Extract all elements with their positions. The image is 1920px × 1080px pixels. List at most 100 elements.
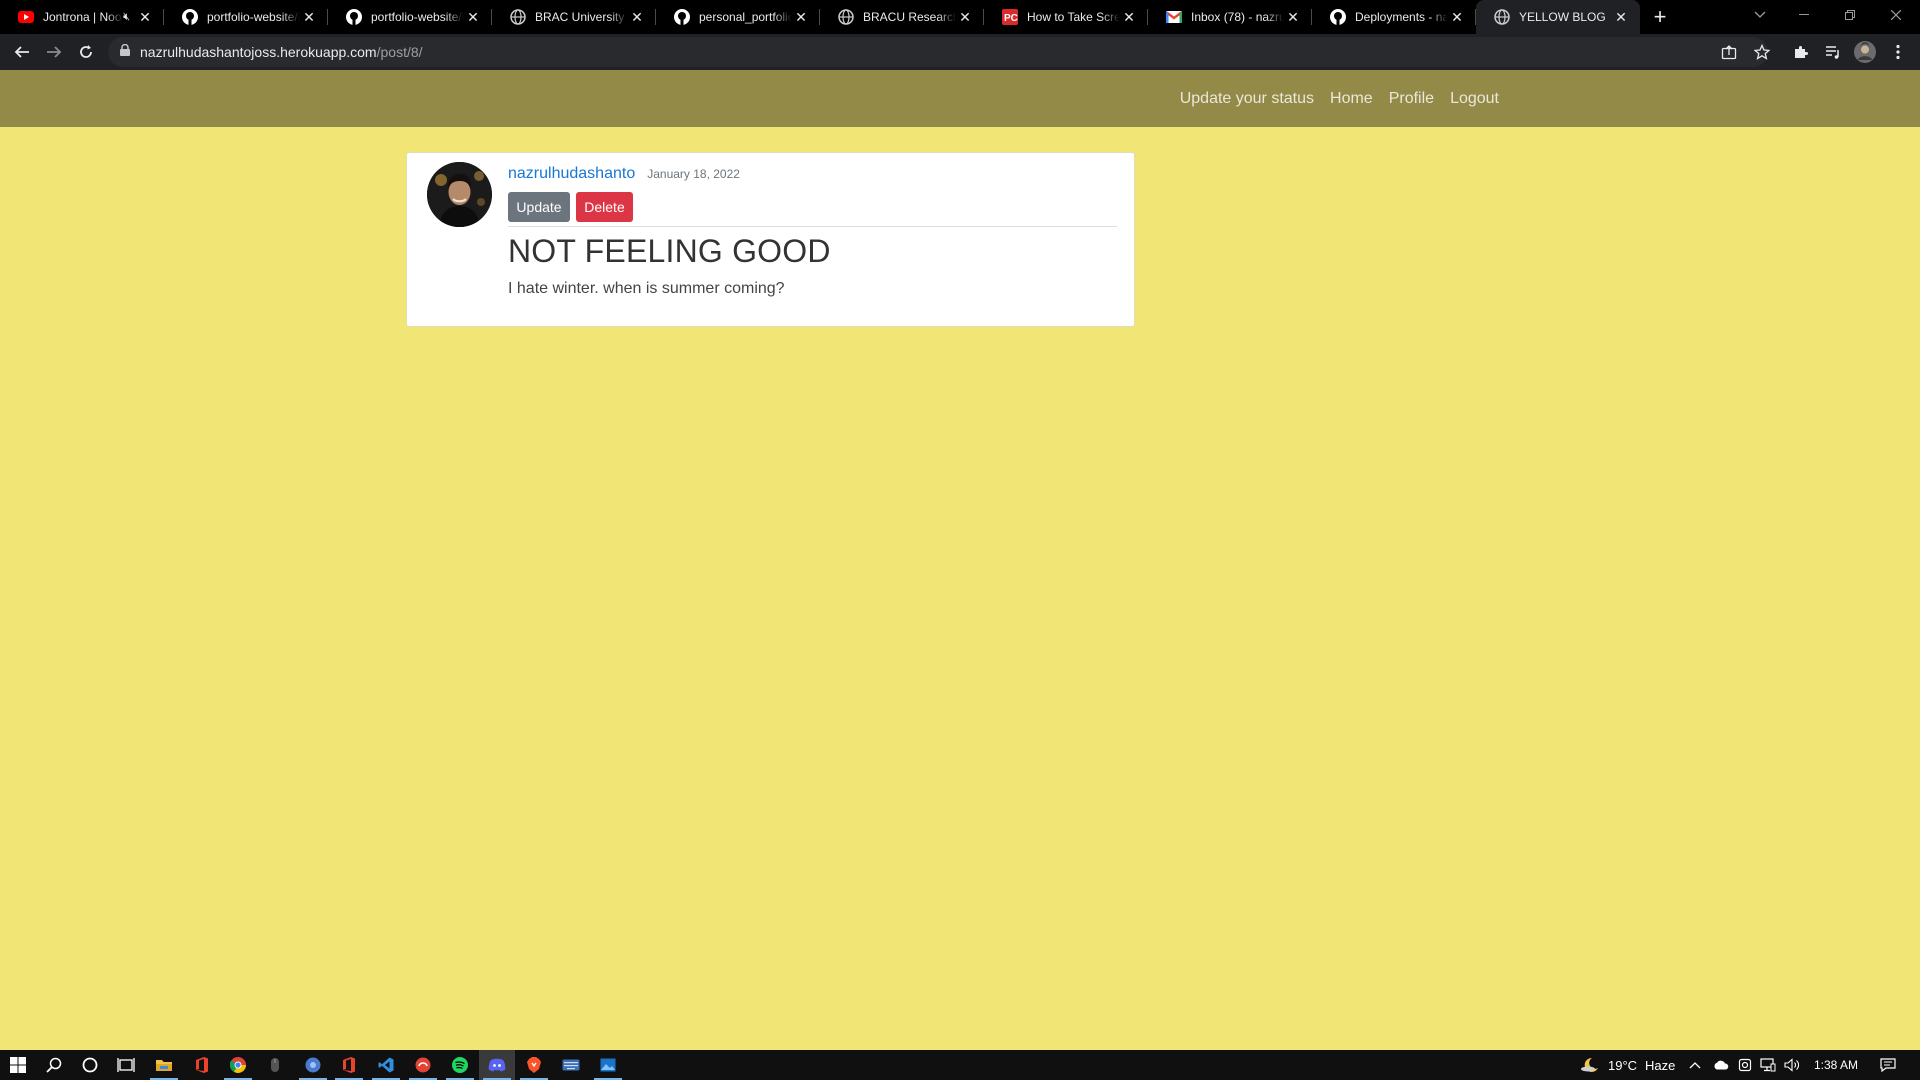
new-tab-button[interactable]: +: [1646, 0, 1674, 34]
tab-title: BRAC University: [535, 10, 625, 24]
weather-temp: 19°C: [1608, 1057, 1638, 1073]
brave-icon[interactable]: [516, 1050, 552, 1080]
nav-link-home[interactable]: Home: [1322, 90, 1381, 108]
onedrive-cloud-icon[interactable]: [1713, 1050, 1729, 1080]
browser-tab[interactable]: BRACU Researcher ✕: [820, 0, 984, 34]
notifications-icon[interactable]: [1880, 1050, 1896, 1080]
url-path: /post/8/: [376, 44, 423, 60]
browser-tab[interactable]: BRAC University ✕: [492, 0, 656, 34]
post-date: January 18, 2022: [647, 167, 740, 181]
restore-icon[interactable]: [1836, 0, 1864, 30]
reload-icon[interactable]: [72, 38, 100, 66]
post-title: NOT FEELING GOOD: [508, 233, 831, 269]
close-tab-icon[interactable]: ✕: [792, 8, 810, 26]
browser-tab[interactable]: PC How to Take Scree ✕: [984, 0, 1148, 34]
forward-arrow-icon[interactable]: [40, 38, 68, 66]
pc-icon: PC: [1002, 9, 1018, 25]
volume-icon[interactable]: [1784, 1050, 1800, 1080]
close-window-icon[interactable]: [1882, 0, 1910, 30]
author-link[interactable]: nazrulhudashanto: [508, 165, 635, 183]
weather-widget[interactable]: 19°C Haze: [1580, 1050, 1675, 1080]
browser-tab[interactable]: Deployments - naz ✕: [1312, 0, 1476, 34]
tab-title: Deployments - naz: [1355, 10, 1448, 24]
browser-tab[interactable]: portfolio-website/i ✕: [164, 0, 328, 34]
globe-icon: [1494, 9, 1510, 25]
browser-menu-icon[interactable]: [1887, 41, 1909, 63]
show-hidden-icons-chevron-up-icon[interactable]: [1689, 1050, 1701, 1080]
profile-avatar[interactable]: [1854, 41, 1876, 63]
browser-tab[interactable]: Inbox (78) - nazrul ✕: [1148, 0, 1312, 34]
speaker-muted-icon[interactable]: 🔇︎: [123, 11, 130, 24]
close-tab-icon[interactable]: ✕: [1120, 8, 1138, 26]
chrome-icon[interactable]: [220, 1050, 256, 1080]
vscode-icon[interactable]: [368, 1050, 404, 1080]
post-card: nazrulhudashanto January 18, 2022 Update…: [406, 152, 1135, 327]
extensions-puzzle-icon[interactable]: [1790, 41, 1812, 63]
red-app-icon[interactable]: [405, 1050, 441, 1080]
nav-link-profile[interactable]: Profile: [1381, 90, 1442, 108]
clock[interactable]: 1:38 AM: [1814, 1050, 1858, 1080]
task-view-icon[interactable]: [108, 1050, 144, 1080]
file-explorer-icon[interactable]: [146, 1050, 182, 1080]
browser-tab[interactable]: Jontrona | Noo 🔇︎ ✕: [0, 0, 164, 34]
network-icon[interactable]: [1760, 1050, 1776, 1080]
tab-title: Jontrona | Noo: [43, 10, 122, 24]
office-icon[interactable]: [331, 1050, 367, 1080]
gmail-icon: [1166, 9, 1182, 25]
globe-icon: [838, 9, 854, 25]
lock-icon[interactable]: [120, 43, 130, 61]
spotify-icon[interactable]: [442, 1050, 478, 1080]
weather-desc: Haze: [1645, 1057, 1676, 1073]
close-tab-icon[interactable]: ✕: [628, 8, 646, 26]
office-icon[interactable]: [184, 1050, 220, 1080]
cortana-icon[interactable]: [72, 1050, 108, 1080]
close-tab-icon[interactable]: ✕: [1448, 8, 1466, 26]
tab-title: Inbox (78) - nazrul: [1191, 10, 1284, 24]
browser-tab-active[interactable]: YELLOW BLOG ✕: [1476, 0, 1640, 34]
tab-title: portfolio-website/i: [207, 10, 300, 24]
address-bar[interactable]: nazrulhudashantojoss.herokuapp.com/post/…: [108, 37, 1768, 67]
close-tab-icon[interactable]: ✕: [300, 8, 318, 26]
browser-toolbar: nazrulhudashantojoss.herokuapp.com/post/…: [0, 34, 1920, 70]
delete-button[interactable]: Delete: [576, 192, 633, 222]
close-tab-icon[interactable]: ✕: [956, 8, 974, 26]
github-icon: [674, 9, 690, 25]
clock-time: 1:38 AM: [1814, 1058, 1859, 1072]
windows-taskbar: 19°C Haze 1:38 AM: [0, 1050, 1920, 1080]
mouse-app-icon[interactable]: [257, 1050, 293, 1080]
search-icon[interactable]: [36, 1050, 72, 1080]
github-icon: [346, 9, 362, 25]
close-tab-icon[interactable]: ✕: [464, 8, 482, 26]
github-icon: [182, 9, 198, 25]
keyboard-app-icon[interactable]: [553, 1050, 589, 1080]
nav-link-update-status[interactable]: Update your status: [1172, 90, 1322, 108]
minimize-icon[interactable]: [1790, 0, 1818, 30]
url-host: nazrulhudashantojoss.herokuapp.com: [140, 44, 377, 60]
github-icon: [1330, 9, 1346, 25]
globe-icon: [510, 9, 526, 25]
tab-title: personal_portfolio: [699, 10, 792, 24]
divider: [508, 226, 1117, 227]
post-content: I hate winter. when is summer coming?: [508, 280, 785, 297]
tab-search-icon[interactable]: [1746, 0, 1774, 30]
update-button[interactable]: Update: [508, 192, 570, 222]
close-tab-icon[interactable]: ✕: [1284, 8, 1302, 26]
windows-start-icon[interactable]: [0, 1050, 36, 1080]
share-icon[interactable]: [1718, 41, 1740, 63]
photos-app-icon[interactable]: [590, 1050, 626, 1080]
author-avatar: [427, 162, 492, 227]
site-navbar: Update your status Home Profile Logout: [0, 70, 1920, 127]
browser-tab[interactable]: portfolio-website/i ✕: [328, 0, 492, 34]
discord-icon[interactable]: [479, 1050, 515, 1080]
nav-link-logout[interactable]: Logout: [1442, 90, 1507, 108]
close-tab-icon[interactable]: ✕: [136, 8, 154, 26]
media-queue-icon[interactable]: [1822, 41, 1844, 63]
app-circle-icon[interactable]: [295, 1050, 331, 1080]
sync-icon[interactable]: [1738, 1050, 1752, 1080]
close-tab-icon[interactable]: ✕: [1612, 8, 1630, 26]
browser-tab-strip: Jontrona | Noo 🔇︎ ✕ portfolio-website/i …: [0, 0, 1920, 34]
bookmark-star-icon[interactable]: [1751, 41, 1773, 63]
svg-text:PC: PC: [1004, 13, 1018, 24]
back-arrow-icon[interactable]: [8, 38, 36, 66]
browser-tab[interactable]: personal_portfolio ✕: [656, 0, 820, 34]
